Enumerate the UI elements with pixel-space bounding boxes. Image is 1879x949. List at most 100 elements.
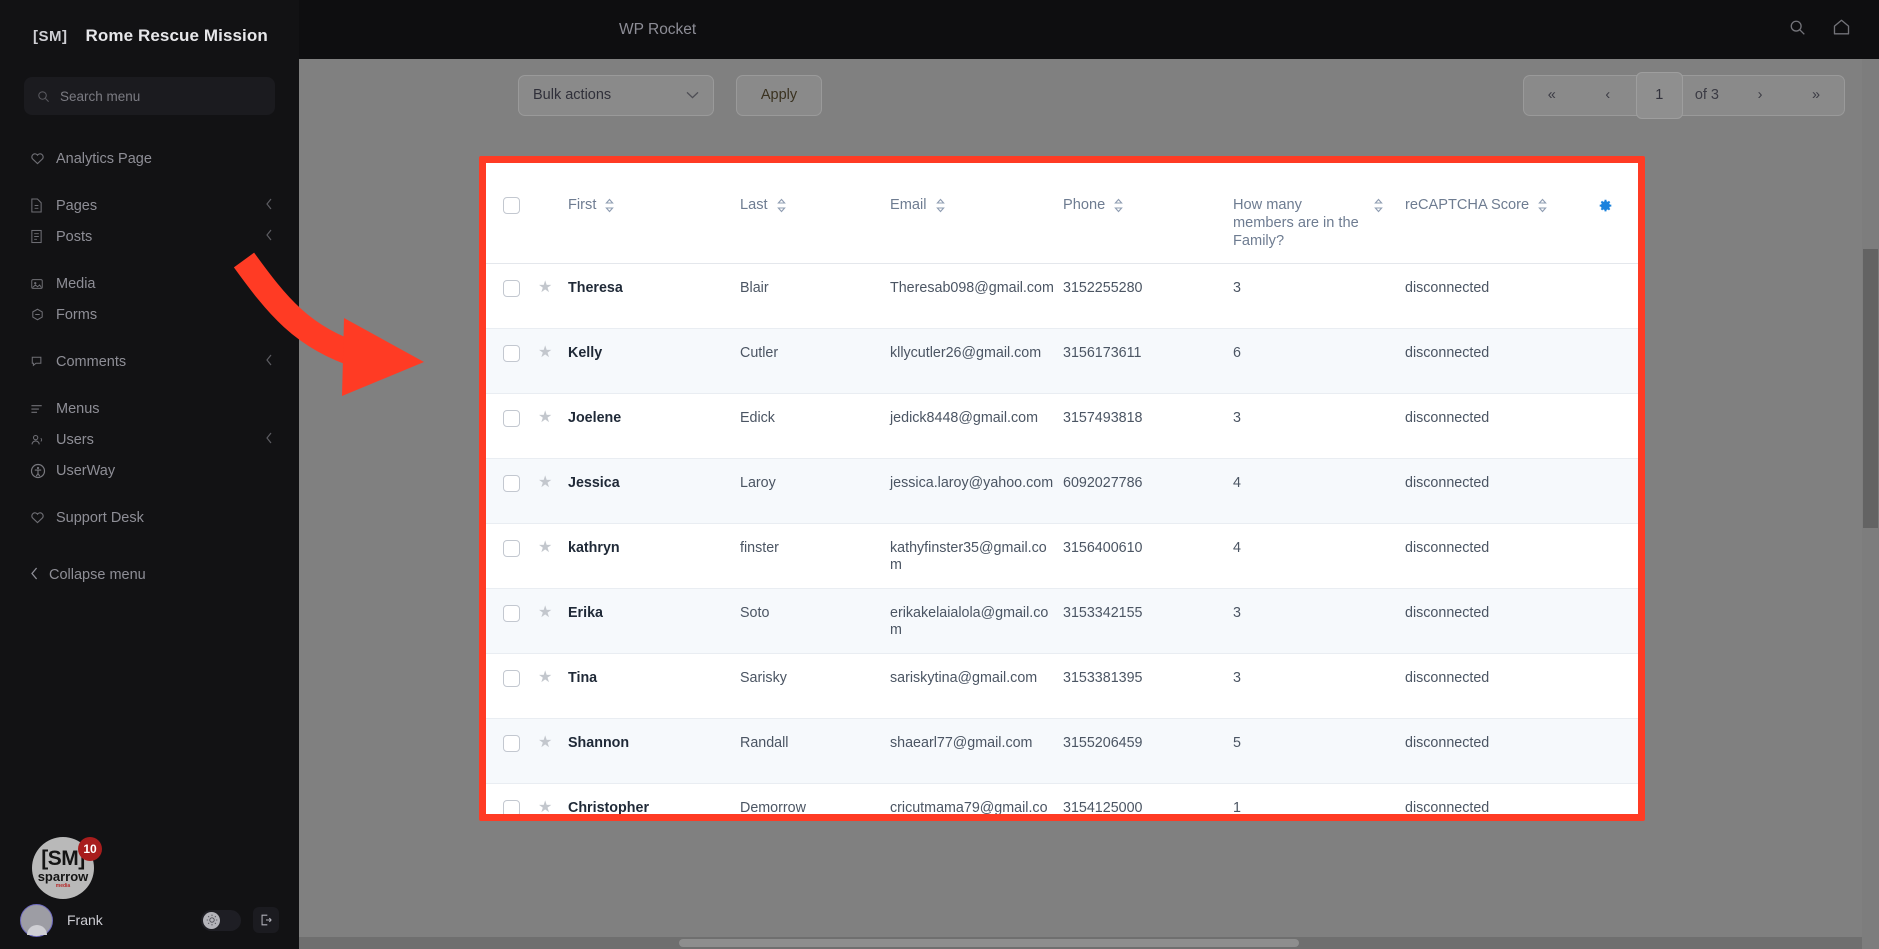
row-checkbox[interactable] <box>503 605 520 623</box>
star-icon[interactable]: ★ <box>538 344 552 361</box>
logout-button[interactable] <box>253 907 279 933</box>
row-select-cell <box>486 458 538 525</box>
avatar[interactable] <box>20 903 53 937</box>
row-checkbox[interactable] <box>503 280 520 298</box>
row-favorite-cell: ★ <box>538 328 568 395</box>
heart-icon <box>30 510 48 525</box>
sort-icon[interactable] <box>1113 198 1124 217</box>
column-header-email[interactable]: Email <box>890 163 1063 265</box>
sidebar-item-menus[interactable]: Menus <box>0 393 299 424</box>
brand[interactable]: [SM] Rome Rescue Mission <box>0 0 299 46</box>
cell-recaptcha-score: disconnected <box>1405 783 1595 814</box>
sidebar-item-analytics-page[interactable]: Analytics Page <box>0 143 299 174</box>
sidebar-item-userway[interactable]: UserWay <box>0 455 299 486</box>
table-row[interactable]: ★ Christopher Demorrow cricutmama79@gmail.c… <box>486 783 1638 814</box>
apply-button[interactable]: Apply <box>736 74 822 116</box>
star-icon[interactable]: ★ <box>538 474 552 491</box>
star-icon[interactable]: ★ <box>538 669 552 686</box>
row-checkbox[interactable] <box>503 800 520 814</box>
chevron-left-icon[interactable] <box>265 354 273 370</box>
entries-table-card: First Last Email Phone How many members … <box>486 163 1638 814</box>
row-favorite-cell: ★ <box>538 653 568 720</box>
search-icon[interactable] <box>1789 19 1806 41</box>
theme-toggle[interactable] <box>201 909 241 931</box>
cell-last-name: Cutler <box>740 328 890 395</box>
chevron-left-icon[interactable] <box>265 198 273 214</box>
row-checkbox[interactable] <box>503 345 520 363</box>
row-checkbox[interactable] <box>503 735 520 753</box>
row-select-cell <box>486 328 538 395</box>
cell-phone: 6092027786 <box>1063 458 1233 525</box>
sidebar-item-label: Forms <box>56 306 98 323</box>
collapse-menu-button[interactable]: Collapse menu <box>0 559 299 591</box>
column-header-phone[interactable]: Phone <box>1063 163 1233 265</box>
sidebar-item-media[interactable]: Media <box>0 268 299 299</box>
sort-icon[interactable] <box>1373 198 1384 217</box>
star-icon[interactable]: ★ <box>538 279 552 296</box>
column-header-first[interactable]: First <box>568 163 740 265</box>
vertical-scrollbar[interactable] <box>1862 59 1879 949</box>
sort-icon[interactable] <box>935 198 946 217</box>
table-row[interactable]: ★ kathryn finster kathyfinster35@gmail.com 3… <box>486 523 1638 590</box>
next-page-button[interactable]: › <box>1732 76 1788 115</box>
star-icon[interactable]: ★ <box>538 799 552 814</box>
current-page-input[interactable]: 1 <box>1635 71 1683 119</box>
sort-icon[interactable] <box>1537 198 1548 217</box>
table-row[interactable]: ★ Erika Soto erikakelaialola@gmail.com 31533… <box>486 588 1638 655</box>
horizontal-scrollbar-thumb[interactable] <box>679 939 1299 947</box>
column-header-recaptcha-score[interactable]: reCAPTCHA Score <box>1405 163 1595 265</box>
last-page-button[interactable]: » <box>1788 76 1844 115</box>
table-row[interactable]: ★ Theresa Blair Theresab098@gmail.com 315225… <box>486 263 1638 330</box>
row-checkbox[interactable] <box>503 540 520 558</box>
first-page-button[interactable]: « <box>1524 76 1580 115</box>
sort-icon[interactable] <box>776 198 787 217</box>
prev-page-button[interactable]: ‹ <box>1580 76 1636 115</box>
star-icon[interactable]: ★ <box>538 734 552 751</box>
home-icon[interactable] <box>1832 18 1851 41</box>
row-select-cell <box>486 653 538 720</box>
gear-icon[interactable] <box>1595 197 1638 220</box>
notification-badge[interactable]: 10 <box>78 837 102 861</box>
sidebar-search[interactable] <box>24 77 275 115</box>
cell-last-name: finster <box>740 523 890 590</box>
sidebar-item-forms[interactable]: Forms <box>0 299 299 330</box>
row-checkbox[interactable] <box>503 670 520 688</box>
column-label: First <box>568 197 597 213</box>
topbar: WP Rocket <box>299 0 1879 59</box>
sidebar-item-support-desk[interactable]: Support Desk <box>0 502 299 533</box>
row-favorite-cell: ★ <box>538 588 568 655</box>
sort-icon[interactable] <box>604 198 615 217</box>
search-input[interactable] <box>60 88 262 104</box>
select-all-checkbox[interactable] <box>503 197 520 214</box>
table-row[interactable]: ★ Joelene Edick jedick8448@gmail.com 3157493… <box>486 393 1638 460</box>
chevron-left-icon[interactable] <box>265 432 273 448</box>
sun-icon <box>203 911 220 929</box>
column-header-family-members[interactable]: How many members are in the Family? <box>1233 163 1405 265</box>
logo-line-3: media <box>55 882 71 889</box>
cell-family-members: 6 <box>1233 328 1405 395</box>
cell-email: shaearl77@gmail.com <box>890 718 1063 785</box>
table-row[interactable]: ★ Tina Sarisky sariskytina@gmail.com 3153381… <box>486 653 1638 720</box>
table-row[interactable]: ★ Shannon Randall shaearl77@gmail.com 315520… <box>486 718 1638 785</box>
column-label: How many members are in the Family? <box>1233 197 1359 249</box>
table-row[interactable]: ★ Kelly Cutler kllycutler26@gmail.com 315617… <box>486 328 1638 395</box>
star-icon[interactable]: ★ <box>538 539 552 556</box>
bulk-actions-select[interactable]: Bulk actions <box>518 74 714 116</box>
star-icon[interactable]: ★ <box>538 604 552 621</box>
sidebar-item-pages[interactable]: Pages <box>0 190 299 221</box>
row-checkbox[interactable] <box>503 410 520 428</box>
sidebar-item-comments[interactable]: Comments <box>0 346 299 377</box>
horizontal-scrollbar[interactable] <box>299 937 1862 949</box>
sidebar-item-posts[interactable]: Posts <box>0 221 299 252</box>
table-row[interactable]: ★ Jessica Laroy jessica.laroy@yahoo.com 6092… <box>486 458 1638 525</box>
row-end-cell <box>1595 783 1638 814</box>
sidebar-item-users[interactable]: Users <box>0 424 299 455</box>
sidebar-item-label: UserWay <box>56 462 116 479</box>
sidebar-item-label: Users <box>56 431 94 448</box>
vertical-scrollbar-thumb[interactable] <box>1863 249 1878 528</box>
chevron-left-icon[interactable] <box>265 229 273 245</box>
row-checkbox[interactable] <box>503 475 520 493</box>
column-header-last[interactable]: Last <box>740 163 890 265</box>
star-icon[interactable]: ★ <box>538 409 552 426</box>
chevron-left-icon[interactable] <box>265 276 273 292</box>
